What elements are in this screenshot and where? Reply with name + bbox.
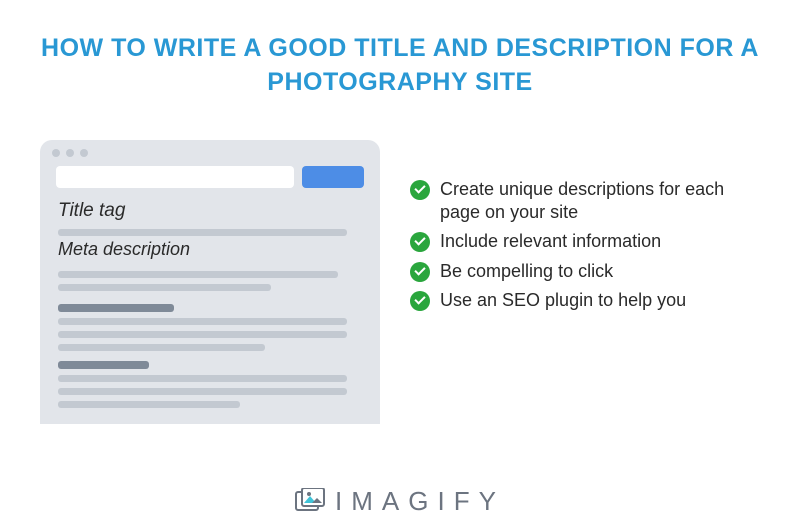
tip-text: Use an SEO plugin to help you	[440, 289, 760, 312]
result-block	[58, 361, 362, 408]
tip-text: Be compelling to click	[440, 260, 760, 283]
check-icon	[410, 180, 430, 200]
tip-item: Be compelling to click	[410, 260, 760, 283]
placeholder-line	[58, 229, 347, 236]
url-bar	[56, 166, 294, 188]
placeholder-line	[58, 304, 174, 312]
placeholder-line	[58, 344, 265, 351]
browser-mock: Title tag Meta description	[40, 140, 380, 424]
content-row: Title tag Meta description Create unique…	[0, 100, 800, 424]
imagify-logo-icon	[295, 488, 327, 516]
brand-footer: IMAGIFY	[0, 486, 800, 517]
page-title: HOW TO WRITE A GOOD TITLE AND DESCRIPTIO…	[0, 0, 800, 100]
check-icon	[410, 291, 430, 311]
check-icon	[410, 262, 430, 282]
window-dot	[80, 149, 88, 157]
go-button	[302, 166, 364, 188]
placeholder-line	[58, 361, 149, 369]
url-row	[40, 166, 380, 198]
browser-titlebar	[40, 140, 380, 166]
brand-name: IMAGIFY	[335, 486, 505, 517]
placeholder-line	[58, 284, 271, 291]
tip-item: Use an SEO plugin to help you	[410, 289, 760, 312]
window-dot	[66, 149, 74, 157]
placeholder-line	[58, 318, 347, 325]
placeholder-line	[58, 375, 347, 382]
tip-text: Create unique descriptions for each page…	[440, 178, 760, 225]
tip-item: Create unique descriptions for each page…	[410, 178, 760, 225]
meta-description-label: Meta description	[40, 239, 380, 268]
placeholder-line	[58, 331, 347, 338]
check-icon	[410, 232, 430, 252]
tip-text: Include relevant information	[440, 230, 760, 253]
title-tag-label: Title tag	[40, 198, 380, 226]
window-dot	[52, 149, 60, 157]
placeholder-line	[58, 388, 347, 395]
placeholder-line	[58, 271, 338, 278]
placeholder-line	[58, 401, 240, 408]
result-block	[58, 304, 362, 351]
tip-item: Include relevant information	[410, 230, 760, 253]
tips-list: Create unique descriptions for each page…	[410, 130, 760, 319]
